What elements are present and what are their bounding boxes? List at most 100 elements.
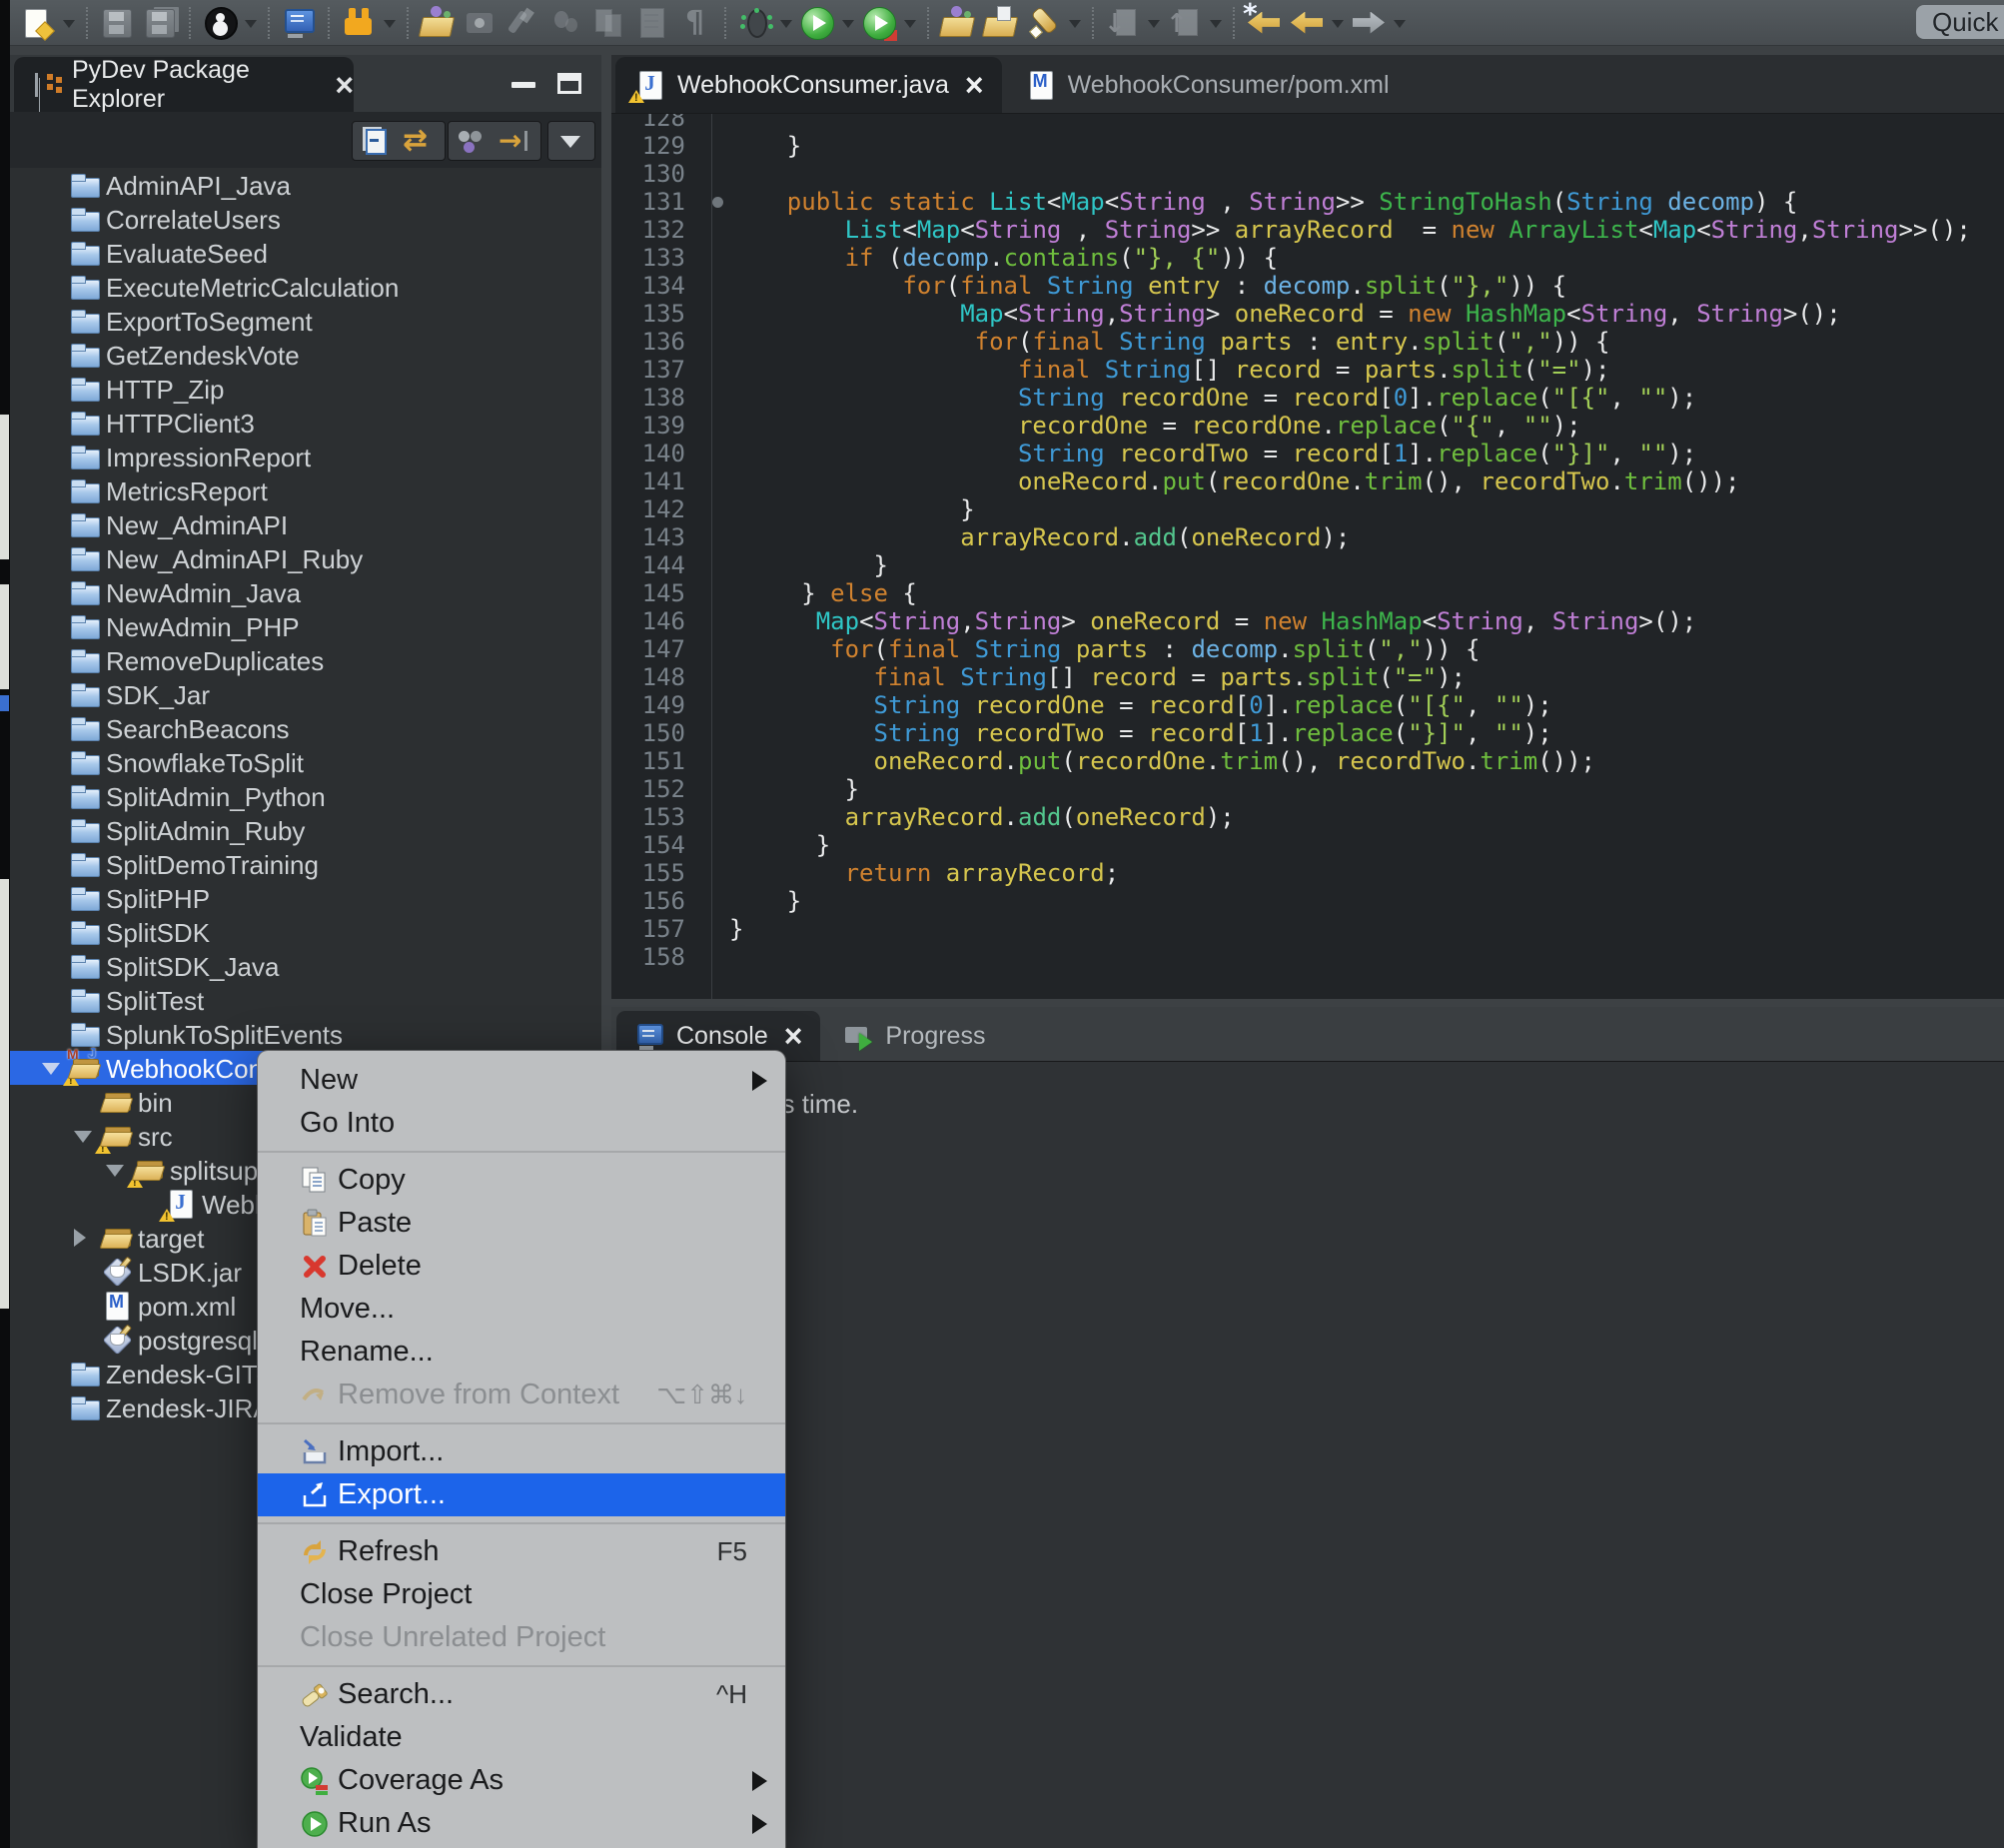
prev-annotation-icon[interactable] [1165, 3, 1205, 43]
import-folder-icon[interactable] [418, 3, 458, 43]
menu-item-search-[interactable]: Search...^H [258, 1673, 785, 1716]
explorer-close-icon[interactable] [335, 69, 354, 101]
tree-item-splitphp[interactable]: SplitPHP [10, 881, 601, 915]
view-menu-icon[interactable] [548, 123, 592, 159]
paste-folder-icon[interactable] [981, 3, 1021, 43]
dropdown-caret-icon[interactable] [1146, 3, 1162, 43]
tree-item-correlateusers[interactable]: CorrelateUsers [10, 202, 601, 236]
tree-item-new-adminapi[interactable]: New_AdminAPI [10, 507, 601, 541]
save-icon[interactable] [97, 3, 137, 43]
dropdown-caret-icon[interactable] [1330, 3, 1346, 43]
tree-item-impressionreport[interactable]: ImpressionReport [10, 440, 601, 473]
toolbar-separator [183, 3, 197, 43]
tree-item-adminapi-java[interactable]: AdminAPI_Java [10, 168, 601, 202]
code-line: 134 for(final String entry : decomp.spli… [611, 272, 2004, 300]
menu-item-coverage-as[interactable]: Coverage As [258, 1759, 785, 1802]
tree-item-snowflaketosplit[interactable]: SnowflakeToSplit [10, 745, 601, 779]
trim-tool-icon[interactable] [503, 3, 543, 43]
dropdown-caret-icon[interactable] [1208, 3, 1224, 43]
tree-item-sdk-jar[interactable]: SDK_Jar [10, 677, 601, 711]
new-wizard-icon[interactable] [18, 3, 58, 43]
collapse-all-icon[interactable] [353, 123, 397, 159]
dropdown-caret-icon[interactable] [902, 3, 918, 43]
menu-item-delete[interactable]: Delete [258, 1245, 785, 1288]
remote-console-icon[interactable] [279, 3, 319, 43]
tree-item-newadmin-java[interactable]: NewAdmin_Java [10, 575, 601, 609]
dropdown-caret-icon[interactable] [61, 3, 77, 43]
editor-tab-inactive[interactable]: WebhookConsumer/pom.xml [1006, 57, 1408, 113]
dropdown-caret-icon[interactable] [1067, 3, 1083, 43]
tree-item-metricsreport[interactable]: MetricsReport [10, 473, 601, 507]
dropdown-caret-icon[interactable] [1392, 3, 1408, 43]
tree-item-splitsdk-java[interactable]: SplitSDK_Java [10, 949, 601, 983]
menu-item-refresh[interactable]: RefreshF5 [258, 1530, 785, 1573]
editor-tab-active[interactable]: WebhookConsumer.java [615, 57, 1002, 113]
menu-item-go-into[interactable]: Go Into [258, 1102, 785, 1145]
profile-icon[interactable] [859, 3, 899, 43]
back-star-icon[interactable] [1244, 3, 1284, 43]
user-profile-icon[interactable] [200, 3, 240, 43]
tree-item-splitadmin-ruby[interactable]: SplitAdmin_Ruby [10, 813, 601, 847]
report-icon[interactable] [632, 3, 672, 43]
forward-icon[interactable] [1349, 3, 1389, 43]
dropdown-caret-icon[interactable] [778, 3, 794, 43]
link-with-editor-icon[interactable] [397, 123, 441, 159]
tree-item-exporttosegment[interactable]: ExportToSegment [10, 304, 601, 338]
code-area[interactable]: 128129 }130131 public static List<Map<St… [611, 114, 2004, 999]
open-projects-icon[interactable] [938, 3, 978, 43]
menu-item-copy[interactable]: Copy [258, 1159, 785, 1202]
console-tab-progress[interactable]: Progress [825, 1011, 1003, 1061]
split-io-icon[interactable] [339, 3, 379, 43]
marker-pen-icon[interactable] [1024, 3, 1064, 43]
menu-item-export-[interactable]: Export... [258, 1473, 785, 1516]
tree-item-splitsdk[interactable]: SplitSDK [10, 915, 601, 949]
tree-item-splitadmin-python[interactable]: SplitAdmin_Python [10, 779, 601, 813]
compare-icon[interactable] [589, 3, 629, 43]
minimize-panel-icon[interactable] [511, 82, 535, 88]
tab-close-icon[interactable] [965, 69, 984, 101]
tree-expander-icon[interactable] [74, 1229, 86, 1247]
run-icon[interactable] [797, 3, 837, 43]
menu-item-new[interactable]: New [258, 1059, 785, 1102]
menu-item-rename-[interactable]: Rename... [258, 1331, 785, 1374]
tree-expander-icon[interactable] [42, 1063, 60, 1075]
dropdown-caret-icon[interactable] [382, 3, 398, 43]
menu-item-paste[interactable]: Paste [258, 1202, 785, 1245]
next-annotation-icon[interactable] [1103, 3, 1143, 43]
tree-item-executemetriccalculation[interactable]: ExecuteMetricCalculation [10, 270, 601, 304]
pilcrow-icon[interactable] [675, 3, 715, 43]
tree-item-splunktosplitevents[interactable]: SplunkToSplitEvents [10, 1017, 601, 1051]
tree-expander-icon[interactable] [106, 1165, 124, 1177]
tree-expander-icon[interactable] [74, 1131, 92, 1143]
tree-item-new-adminapi-ruby[interactable]: New_AdminAPI_Ruby [10, 541, 601, 575]
tree-item-removeduplicates[interactable]: RemoveDuplicates [10, 643, 601, 677]
bug-gray-icon[interactable] [546, 3, 586, 43]
tree-item-evaluateseed[interactable]: EvaluateSeed [10, 236, 601, 270]
quick-access-box[interactable]: Quick Access [1916, 5, 2004, 39]
filters-icon[interactable] [449, 123, 493, 159]
menu-item-import-[interactable]: Import... [258, 1430, 785, 1473]
focus-task-icon[interactable] [493, 123, 536, 159]
menu-item-run-as[interactable]: Run As [258, 1802, 785, 1845]
code-text: String recordTwo = record[1].replace("}]… [707, 440, 1696, 467]
dropdown-caret-icon[interactable] [840, 3, 856, 43]
tree-item-httpclient3[interactable]: HTTPClient3 [10, 406, 601, 440]
maximize-panel-icon[interactable] [557, 73, 581, 94]
dropdown-caret-icon[interactable] [243, 3, 259, 43]
tree-item-splitdemotraining[interactable]: SplitDemoTraining [10, 847, 601, 881]
screenshot-tool-icon[interactable] [461, 3, 501, 43]
menu-item-move-[interactable]: Move... [258, 1288, 785, 1331]
tree-item-searchbeacons[interactable]: SearchBeacons [10, 711, 601, 745]
debug-icon[interactable] [735, 3, 775, 43]
back-icon[interactable] [1287, 3, 1327, 43]
menu-item-validate[interactable]: Validate [258, 1716, 785, 1759]
fold-marker-icon[interactable] [712, 197, 723, 208]
tab-close-icon[interactable] [784, 1020, 803, 1052]
save-all-icon[interactable] [140, 3, 180, 43]
menu-item-close-project[interactable]: Close Project [258, 1573, 785, 1616]
explorer-tab[interactable]: PyDev Package Explorer [14, 57, 354, 112]
tree-item-http-zip[interactable]: HTTP_Zip [10, 372, 601, 406]
tree-item-splittest[interactable]: SplitTest [10, 983, 601, 1017]
tree-item-newadmin-php[interactable]: NewAdmin_PHP [10, 609, 601, 643]
tree-item-getzendeskvote[interactable]: GetZendeskVote [10, 338, 601, 372]
